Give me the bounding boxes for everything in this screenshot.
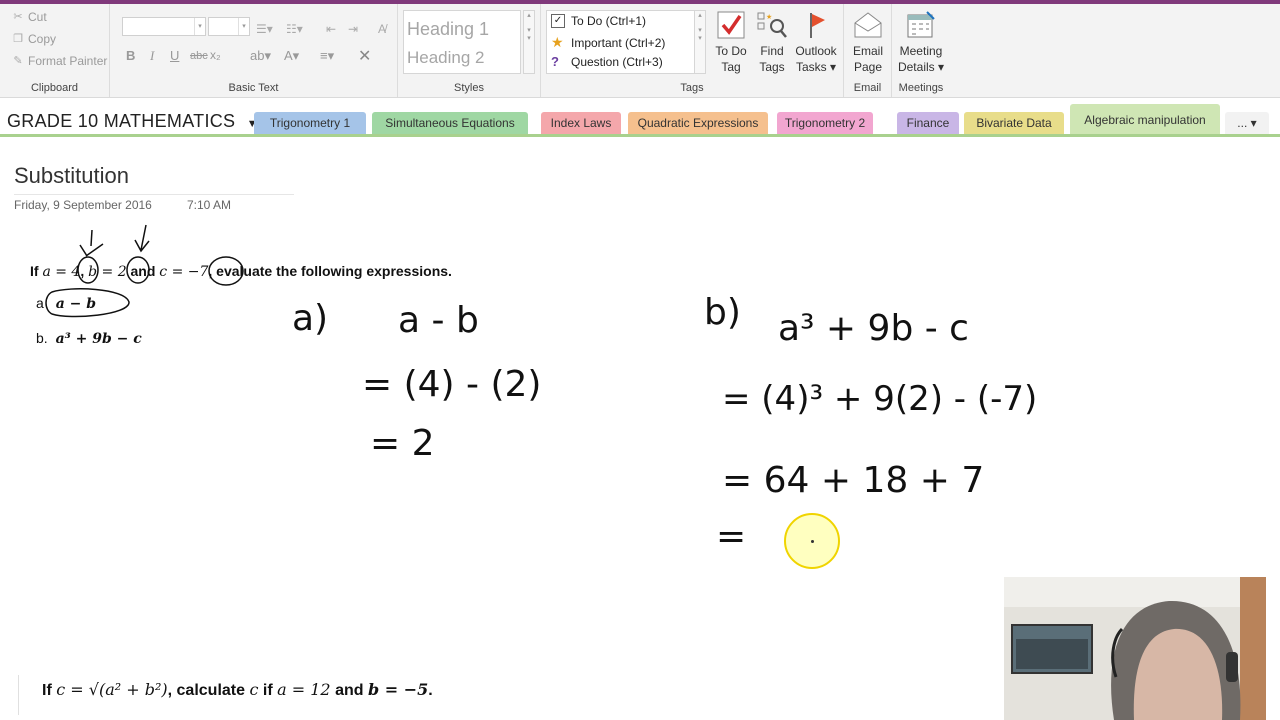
hw-a-label: a) xyxy=(292,298,328,339)
webcam-image xyxy=(1004,577,1266,720)
ink-annotations xyxy=(45,224,244,318)
hw-b-line3: = 64 + 18 + 7 xyxy=(722,460,984,501)
ink-circle-qa xyxy=(45,288,130,318)
webcam-overlay xyxy=(1004,577,1266,720)
hw-a-line3: = 2 xyxy=(370,423,435,464)
ink-tick-a xyxy=(90,229,93,247)
hw-a-expr: a - b xyxy=(398,300,479,341)
ink-circle-c xyxy=(208,256,244,286)
hw-b-line2: = (4)³ + 9(2) - (-7) xyxy=(722,379,1037,419)
ink-circle-b xyxy=(126,256,150,284)
hw-b-expr: a³ + 9b - c xyxy=(778,308,969,349)
ink-arrow-b xyxy=(134,224,150,253)
hw-b-label: b) xyxy=(704,292,741,333)
hw-b-line4: = xyxy=(716,516,746,557)
pen-cursor-dot xyxy=(811,540,814,543)
handwriting: a) a - b = (4) - (2) = 2 b) a³ + 9b - c … xyxy=(292,292,1037,557)
ink-circle-a xyxy=(77,256,99,284)
hw-a-line2: = (4) - (2) xyxy=(362,364,541,405)
